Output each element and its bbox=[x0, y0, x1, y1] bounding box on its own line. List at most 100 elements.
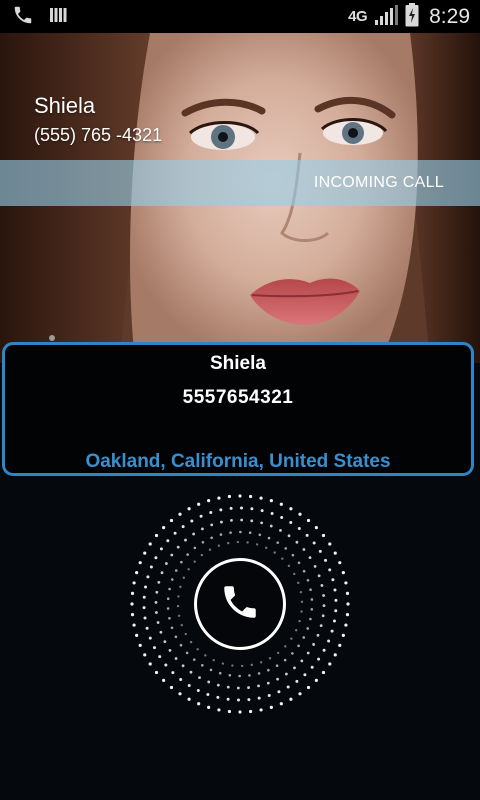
dial-dot bbox=[333, 653, 337, 657]
dial-dot bbox=[257, 696, 261, 700]
signal-icon bbox=[373, 4, 399, 30]
dial-dot bbox=[179, 585, 182, 589]
dial-dot bbox=[168, 587, 171, 591]
dial-dot bbox=[177, 595, 180, 598]
dial-dot bbox=[204, 654, 207, 657]
dial-dot bbox=[132, 623, 136, 627]
answer-call-button[interactable] bbox=[194, 558, 286, 650]
clock: 8:29 bbox=[429, 4, 470, 28]
dial-dot bbox=[164, 562, 168, 565]
dial-dot bbox=[135, 571, 139, 575]
dial-dot bbox=[143, 616, 147, 620]
dial-dot bbox=[321, 670, 326, 675]
dial-dot bbox=[206, 692, 210, 696]
dial-dot bbox=[207, 680, 211, 684]
dial-dot bbox=[281, 557, 284, 560]
dial-dot bbox=[210, 536, 213, 540]
dial-dot bbox=[217, 544, 221, 547]
call-status-label: INCOMING CALL bbox=[313, 174, 444, 191]
dial-dot bbox=[259, 708, 263, 712]
dial-dot bbox=[227, 709, 232, 714]
dial-dot bbox=[283, 658, 287, 662]
dial-dot bbox=[247, 698, 251, 702]
dial-dot bbox=[309, 617, 312, 621]
dial-dot bbox=[269, 705, 273, 709]
dial-dot bbox=[298, 512, 302, 516]
dial-dot bbox=[229, 506, 233, 510]
dial-dot bbox=[190, 519, 194, 523]
dial-dot bbox=[267, 668, 270, 672]
dial-dot bbox=[321, 533, 326, 538]
dial-dot bbox=[334, 598, 338, 602]
incoming-call-screen: 4G 8:29 Shiela (555) 765 -4321 INCOMING … bbox=[0, 0, 480, 800]
dial-dot bbox=[209, 668, 213, 672]
dial-dot bbox=[344, 581, 348, 585]
dial-dot bbox=[319, 624, 323, 628]
dial-dot bbox=[229, 531, 232, 534]
dial-dot bbox=[338, 643, 342, 647]
dial-dot bbox=[228, 673, 232, 677]
dial-dot bbox=[344, 623, 348, 627]
dial-dot bbox=[226, 697, 230, 701]
dial-dot bbox=[196, 688, 200, 692]
dial-dot bbox=[297, 644, 300, 648]
caller-name-overlay: Shiela bbox=[34, 93, 96, 118]
dial-dot bbox=[181, 525, 185, 529]
dial-dot bbox=[346, 602, 350, 606]
dial-dot bbox=[332, 619, 336, 623]
dial-dot bbox=[299, 591, 303, 594]
dial-dot bbox=[192, 532, 196, 536]
dial-dot bbox=[138, 561, 142, 565]
dial-dot bbox=[180, 560, 183, 564]
dial-dot bbox=[338, 561, 342, 565]
dial-dot bbox=[308, 556, 312, 560]
dial-dot bbox=[330, 629, 334, 633]
dial-dot bbox=[257, 684, 260, 688]
dial-dot bbox=[162, 526, 166, 530]
dial-dot bbox=[187, 568, 190, 571]
dial-dot bbox=[286, 685, 290, 689]
dial-dot bbox=[201, 527, 204, 531]
dial-dot bbox=[217, 708, 221, 712]
dial-dot bbox=[184, 632, 187, 636]
dial-dot bbox=[149, 565, 153, 569]
dial-dot bbox=[155, 611, 158, 614]
dial-dot bbox=[170, 553, 174, 557]
dial-dot bbox=[221, 662, 225, 665]
dial-dot bbox=[341, 571, 345, 575]
dial-dot bbox=[297, 527, 301, 530]
dial-dot bbox=[313, 565, 317, 568]
dial-dot bbox=[231, 664, 234, 667]
dial-dot bbox=[187, 507, 191, 511]
dial-dot bbox=[207, 499, 211, 503]
dial-dot bbox=[156, 621, 160, 624]
dial-dot bbox=[328, 662, 332, 666]
dial-dot bbox=[327, 639, 331, 643]
dial-dot bbox=[310, 607, 314, 611]
dial-dot bbox=[341, 633, 345, 637]
dial-dot bbox=[132, 581, 136, 585]
dial-dot bbox=[189, 640, 193, 644]
dial-dot bbox=[171, 671, 175, 675]
dial-dot bbox=[265, 546, 268, 550]
dial-dot bbox=[200, 664, 204, 667]
dial-dot bbox=[284, 645, 287, 648]
incoming-call-banner: INCOMING CALL bbox=[0, 160, 480, 206]
dial-dot bbox=[297, 561, 301, 565]
dial-dot bbox=[328, 542, 332, 546]
dial-dot bbox=[250, 519, 254, 523]
dial-dot bbox=[302, 548, 306, 551]
dial-dot bbox=[159, 547, 163, 551]
dial-dot bbox=[174, 657, 178, 660]
dial-dot bbox=[170, 578, 174, 581]
dial-dot bbox=[250, 663, 253, 667]
status-bar: 4G 8:29 bbox=[0, 0, 480, 33]
dial-dot bbox=[148, 636, 152, 640]
dial-dot bbox=[196, 648, 199, 651]
dial-dot bbox=[302, 569, 306, 573]
dial-dot bbox=[267, 536, 271, 540]
dial-dot bbox=[306, 518, 311, 523]
dial-dot bbox=[317, 574, 321, 578]
dial-dot bbox=[297, 581, 300, 585]
dial-dot bbox=[148, 542, 152, 546]
